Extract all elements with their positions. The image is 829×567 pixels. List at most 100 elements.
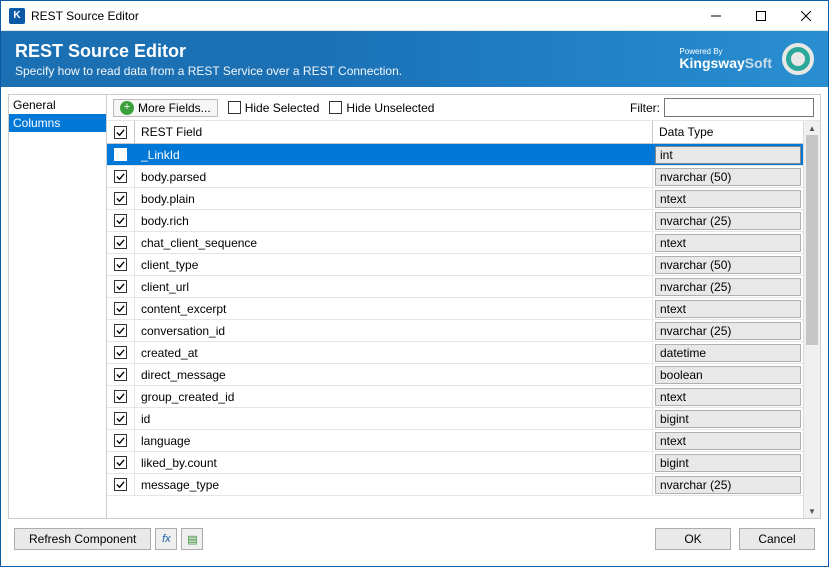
field-name-cell[interactable]: language (135, 430, 653, 451)
table-row[interactable]: body.plainntext (107, 188, 803, 210)
data-type-cell[interactable]: ntext (653, 386, 803, 407)
maximize-button[interactable] (738, 1, 783, 31)
row-checkbox[interactable] (107, 144, 135, 165)
field-name-cell[interactable]: client_url (135, 276, 653, 297)
ok-button[interactable]: OK (655, 528, 731, 550)
field-name-cell[interactable]: body.rich (135, 210, 653, 231)
row-checkbox[interactable] (107, 364, 135, 385)
table-row[interactable]: direct_messageboolean (107, 364, 803, 386)
field-name-cell[interactable]: message_type (135, 474, 653, 495)
field-name-cell[interactable]: conversation_id (135, 320, 653, 341)
more-fields-button[interactable]: + More Fields... (113, 99, 218, 117)
data-type-cell[interactable]: int (653, 144, 803, 165)
cancel-button[interactable]: Cancel (739, 528, 815, 550)
row-checkbox[interactable] (107, 430, 135, 451)
table-row[interactable]: idbigint (107, 408, 803, 430)
table-row[interactable]: group_created_idntext (107, 386, 803, 408)
header-rest-field[interactable]: REST Field (135, 121, 653, 143)
columns-grid[interactable]: REST Field Data Type _LinkIdintbody.pars… (107, 121, 803, 518)
plus-icon: + (120, 101, 134, 115)
sidebar-item-columns[interactable]: Columns (9, 114, 106, 132)
window-title: REST Source Editor (31, 9, 693, 23)
expression-builder-button[interactable]: fx (155, 528, 177, 550)
table-row[interactable]: conversation_idnvarchar (25) (107, 320, 803, 342)
brand-logo: Powered By KingswaySoft (679, 48, 772, 70)
filter-input[interactable] (664, 98, 814, 117)
grid-body: _LinkIdintbody.parsednvarchar (50)body.p… (107, 144, 803, 496)
table-row[interactable]: content_excerptntext (107, 298, 803, 320)
data-type-cell[interactable]: boolean (653, 364, 803, 385)
row-checkbox[interactable] (107, 298, 135, 319)
row-checkbox[interactable] (107, 452, 135, 473)
row-checkbox[interactable] (107, 232, 135, 253)
data-type-cell[interactable]: nvarchar (25) (653, 210, 803, 231)
column-properties-button[interactable]: ▤ (181, 528, 203, 550)
data-type-cell[interactable]: bigint (653, 408, 803, 429)
data-type-cell[interactable]: ntext (653, 232, 803, 253)
field-name-cell[interactable]: id (135, 408, 653, 429)
data-type-cell[interactable]: ntext (653, 430, 803, 451)
refresh-component-button[interactable]: Refresh Component (14, 528, 151, 550)
scroll-thumb[interactable] (806, 135, 818, 345)
field-name-cell[interactable]: _LinkId (135, 144, 653, 165)
row-checkbox[interactable] (107, 254, 135, 275)
table-row[interactable]: _LinkIdint (107, 144, 803, 166)
hide-selected-checkbox[interactable]: Hide Selected (228, 101, 320, 115)
data-type-cell[interactable]: nvarchar (25) (653, 276, 803, 297)
table-row[interactable]: chat_client_sequencentext (107, 232, 803, 254)
field-name-cell[interactable]: client_type (135, 254, 653, 275)
table-row[interactable]: created_atdatetime (107, 342, 803, 364)
row-checkbox[interactable] (107, 210, 135, 231)
field-name-cell[interactable]: created_at (135, 342, 653, 363)
table-row[interactable]: liked_by.countbigint (107, 452, 803, 474)
content: + More Fields... Hide Selected Hide Unse… (107, 95, 820, 518)
row-checkbox[interactable] (107, 474, 135, 495)
field-name-cell[interactable]: direct_message (135, 364, 653, 385)
scroll-up-icon[interactable]: ▲ (804, 121, 820, 135)
row-checkbox[interactable] (107, 166, 135, 187)
field-name-cell[interactable]: group_created_id (135, 386, 653, 407)
data-type-cell[interactable]: nvarchar (25) (653, 474, 803, 495)
row-checkbox[interactable] (107, 188, 135, 209)
data-type-cell[interactable]: ntext (653, 188, 803, 209)
grid-wrap: REST Field Data Type _LinkIdintbody.pars… (107, 121, 820, 518)
main-panel: General Columns + More Fields... Hide Se… (8, 94, 821, 519)
row-checkbox[interactable] (107, 408, 135, 429)
banner-title: REST Source Editor (15, 41, 679, 62)
minimize-button[interactable] (693, 1, 738, 31)
field-name-cell[interactable]: body.plain (135, 188, 653, 209)
hide-unselected-label: Hide Unselected (346, 101, 434, 115)
table-row[interactable]: message_typenvarchar (25) (107, 474, 803, 496)
row-checkbox[interactable] (107, 276, 135, 297)
table-row[interactable]: client_urlnvarchar (25) (107, 276, 803, 298)
table-row[interactable]: body.parsednvarchar (50) (107, 166, 803, 188)
field-name-cell[interactable]: chat_client_sequence (135, 232, 653, 253)
hide-unselected-checkbox[interactable]: Hide Unselected (329, 101, 434, 115)
data-type-cell[interactable]: nvarchar (25) (653, 320, 803, 341)
field-name-cell[interactable]: content_excerpt (135, 298, 653, 319)
field-name-cell[interactable]: body.parsed (135, 166, 653, 187)
app-icon: K (9, 8, 25, 24)
field-name-cell[interactable]: liked_by.count (135, 452, 653, 473)
table-row[interactable]: body.richnvarchar (25) (107, 210, 803, 232)
footer: Refresh Component fx ▤ OK Cancel (8, 519, 821, 559)
header-data-type[interactable]: Data Type (653, 121, 803, 143)
scroll-down-icon[interactable]: ▼ (804, 504, 820, 518)
filter-label: Filter: (630, 101, 660, 115)
row-checkbox[interactable] (107, 342, 135, 363)
header-checkbox[interactable] (107, 121, 135, 143)
table-row[interactable]: client_typenvarchar (50) (107, 254, 803, 276)
data-type-cell[interactable]: nvarchar (50) (653, 254, 803, 275)
table-row[interactable]: languagentext (107, 430, 803, 452)
banner-subtitle: Specify how to read data from a REST Ser… (15, 64, 679, 78)
data-type-cell[interactable]: nvarchar (50) (653, 166, 803, 187)
sidebar-item-general[interactable]: General (9, 96, 106, 114)
data-type-cell[interactable]: ntext (653, 298, 803, 319)
more-fields-label: More Fields... (138, 101, 211, 115)
close-button[interactable] (783, 1, 828, 31)
data-type-cell[interactable]: bigint (653, 452, 803, 473)
row-checkbox[interactable] (107, 320, 135, 341)
data-type-cell[interactable]: datetime (653, 342, 803, 363)
vertical-scrollbar[interactable]: ▲ ▼ (803, 121, 820, 518)
row-checkbox[interactable] (107, 386, 135, 407)
